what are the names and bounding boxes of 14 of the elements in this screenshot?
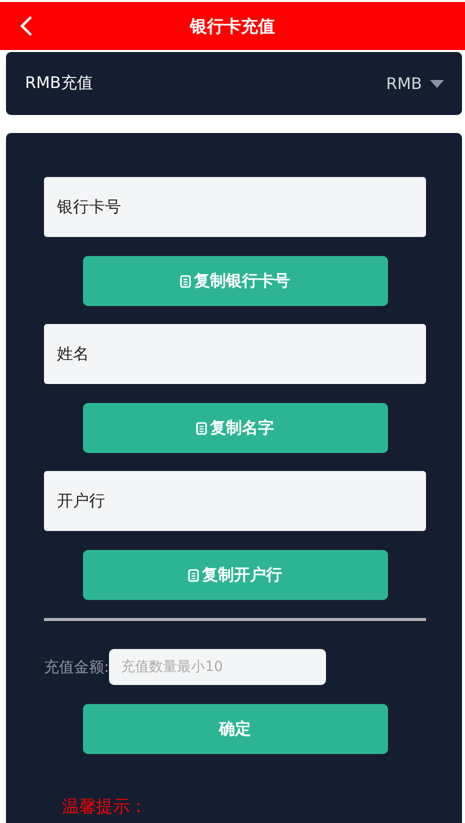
- copy-icon: [196, 422, 207, 434]
- amount-field[interactable]: 充值数量最小10: [109, 649, 326, 685]
- page-title: 银行卡充值: [190, 16, 275, 38]
- copy-icon: [188, 568, 199, 582]
- info-field[interactable]: 银行卡号: [44, 177, 426, 237]
- amount-label: 充值金额:: [44, 658, 110, 676]
- copy-icon: [180, 274, 191, 288]
- back-icon[interactable]: [19, 15, 33, 37]
- currency-dropdown[interactable]: RMB: [386, 74, 444, 93]
- currency-label: RMB充值: [25, 73, 93, 94]
- info-field[interactable]: 开户行: [44, 471, 426, 531]
- caret-icon: [430, 80, 444, 88]
- info-field[interactable]: 姓名: [44, 324, 426, 384]
- tips-title: 温馨提示：: [62, 796, 147, 818]
